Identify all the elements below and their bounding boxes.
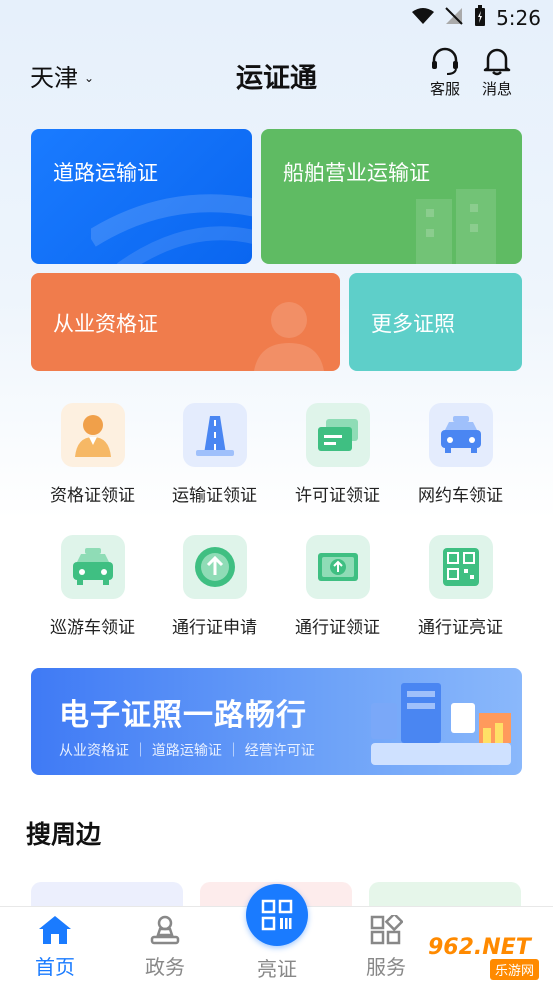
qualification-label: 从业资格证 xyxy=(53,312,158,336)
status-time: 5:26 xyxy=(496,6,541,30)
grid-item-pass-collect[interactable]: 通行证领证 xyxy=(276,535,399,638)
tab-label: 政务 xyxy=(145,955,185,979)
status-bar: 5:26 xyxy=(0,0,553,36)
grid-item-label: 通行证领证 xyxy=(295,618,380,638)
banner-title: 电子证照一路畅行 xyxy=(59,698,307,733)
grid-item-label: 许可证领证 xyxy=(295,486,380,506)
tab-show-label: 亮证 xyxy=(257,957,297,981)
tab-label: 首页 xyxy=(35,955,75,979)
ship-transport-label: 船舶营业运输证 xyxy=(283,161,430,185)
bell-icon xyxy=(483,48,511,76)
battery-icon xyxy=(474,4,486,32)
home-icon xyxy=(39,916,71,944)
road-transport-card[interactable]: 道路运输证 xyxy=(31,129,252,264)
qr-code-icon xyxy=(428,535,493,599)
grid-item-label: 通行证申请 xyxy=(172,618,257,638)
message-label: 消息 xyxy=(481,80,512,98)
watermark-sub: 乐游网 xyxy=(490,959,540,980)
grid-item-label: 网约车领证 xyxy=(418,486,503,506)
grid-item-pass-show[interactable]: 通行证亮证 xyxy=(399,535,522,638)
upload-circle-icon xyxy=(182,535,247,599)
license-icon xyxy=(305,403,370,467)
grid-item-cruise-taxi-cert[interactable]: 巡游车领证 xyxy=(31,535,154,638)
stamp-icon xyxy=(150,915,180,945)
road-icon xyxy=(182,403,247,467)
person-icon xyxy=(60,403,125,467)
grid-item-transport-cert[interactable]: 运输证领证 xyxy=(153,403,276,506)
customer-service-label: 客服 xyxy=(429,80,460,98)
grid-item-qualification-cert[interactable]: 资格证领证 xyxy=(31,403,154,506)
watermark-logo: 962.NET 乐游网 xyxy=(418,935,548,980)
headset-icon xyxy=(432,47,458,75)
person-decoration-icon xyxy=(254,302,324,371)
tab-label: 服务 xyxy=(366,955,406,979)
watermark-text: 962.NET xyxy=(428,935,531,960)
upload-card-icon xyxy=(305,535,370,599)
grid-icon xyxy=(370,915,403,945)
road-transport-label: 道路运输证 xyxy=(53,161,158,185)
tab-gov[interactable]: 政务 xyxy=(125,915,205,980)
road-decoration-icon xyxy=(91,194,252,264)
grid-item-permit-cert[interactable]: 许可证领证 xyxy=(276,403,399,506)
page-title: 运证通 xyxy=(236,63,317,94)
ship-transport-card[interactable]: 船舶营业运输证 xyxy=(261,129,522,264)
more-licenses-label: 更多证照 xyxy=(371,312,455,336)
wifi-icon xyxy=(412,6,435,30)
show-license-button[interactable] xyxy=(246,884,308,946)
taxi-icon xyxy=(428,403,493,467)
grid-item-label: 运输证领证 xyxy=(172,486,257,506)
qualification-card[interactable]: 从业资格证 xyxy=(31,273,340,371)
grid-item-pass-apply[interactable]: 通行证申请 xyxy=(153,535,276,638)
message-button[interactable]: 消息 xyxy=(474,46,520,99)
tab-home[interactable]: 首页 xyxy=(15,915,95,980)
banner-subtitle: 从业资格证 ｜ 道路运输证 ｜ 经营许可证 xyxy=(59,743,315,759)
grid-item-ride-hailing-cert[interactable]: 网约车领证 xyxy=(399,403,522,506)
promo-banner[interactable]: 电子证照一路畅行 从业资格证 ｜ 道路运输证 ｜ 经营许可证 xyxy=(31,668,522,775)
more-licenses-card[interactable]: 更多证照 xyxy=(349,273,522,371)
building-decoration-icon xyxy=(416,189,496,264)
tab-service[interactable]: 服务 xyxy=(346,915,426,980)
cruise-taxi-icon xyxy=(60,535,125,599)
grid-item-label: 资格证领证 xyxy=(50,486,135,506)
grid-item-label: 通行证亮证 xyxy=(418,618,503,638)
header: 天津 ⌄ 运证通 客服 消息 xyxy=(0,44,553,104)
customer-service-button[interactable]: 客服 xyxy=(422,46,468,99)
digital-city-illustration-icon xyxy=(371,683,511,765)
no-signal-icon xyxy=(444,6,464,31)
section-title: 搜周边 xyxy=(26,820,102,849)
grid-item-label: 巡游车领证 xyxy=(50,618,135,638)
qr-code-icon xyxy=(261,899,293,931)
